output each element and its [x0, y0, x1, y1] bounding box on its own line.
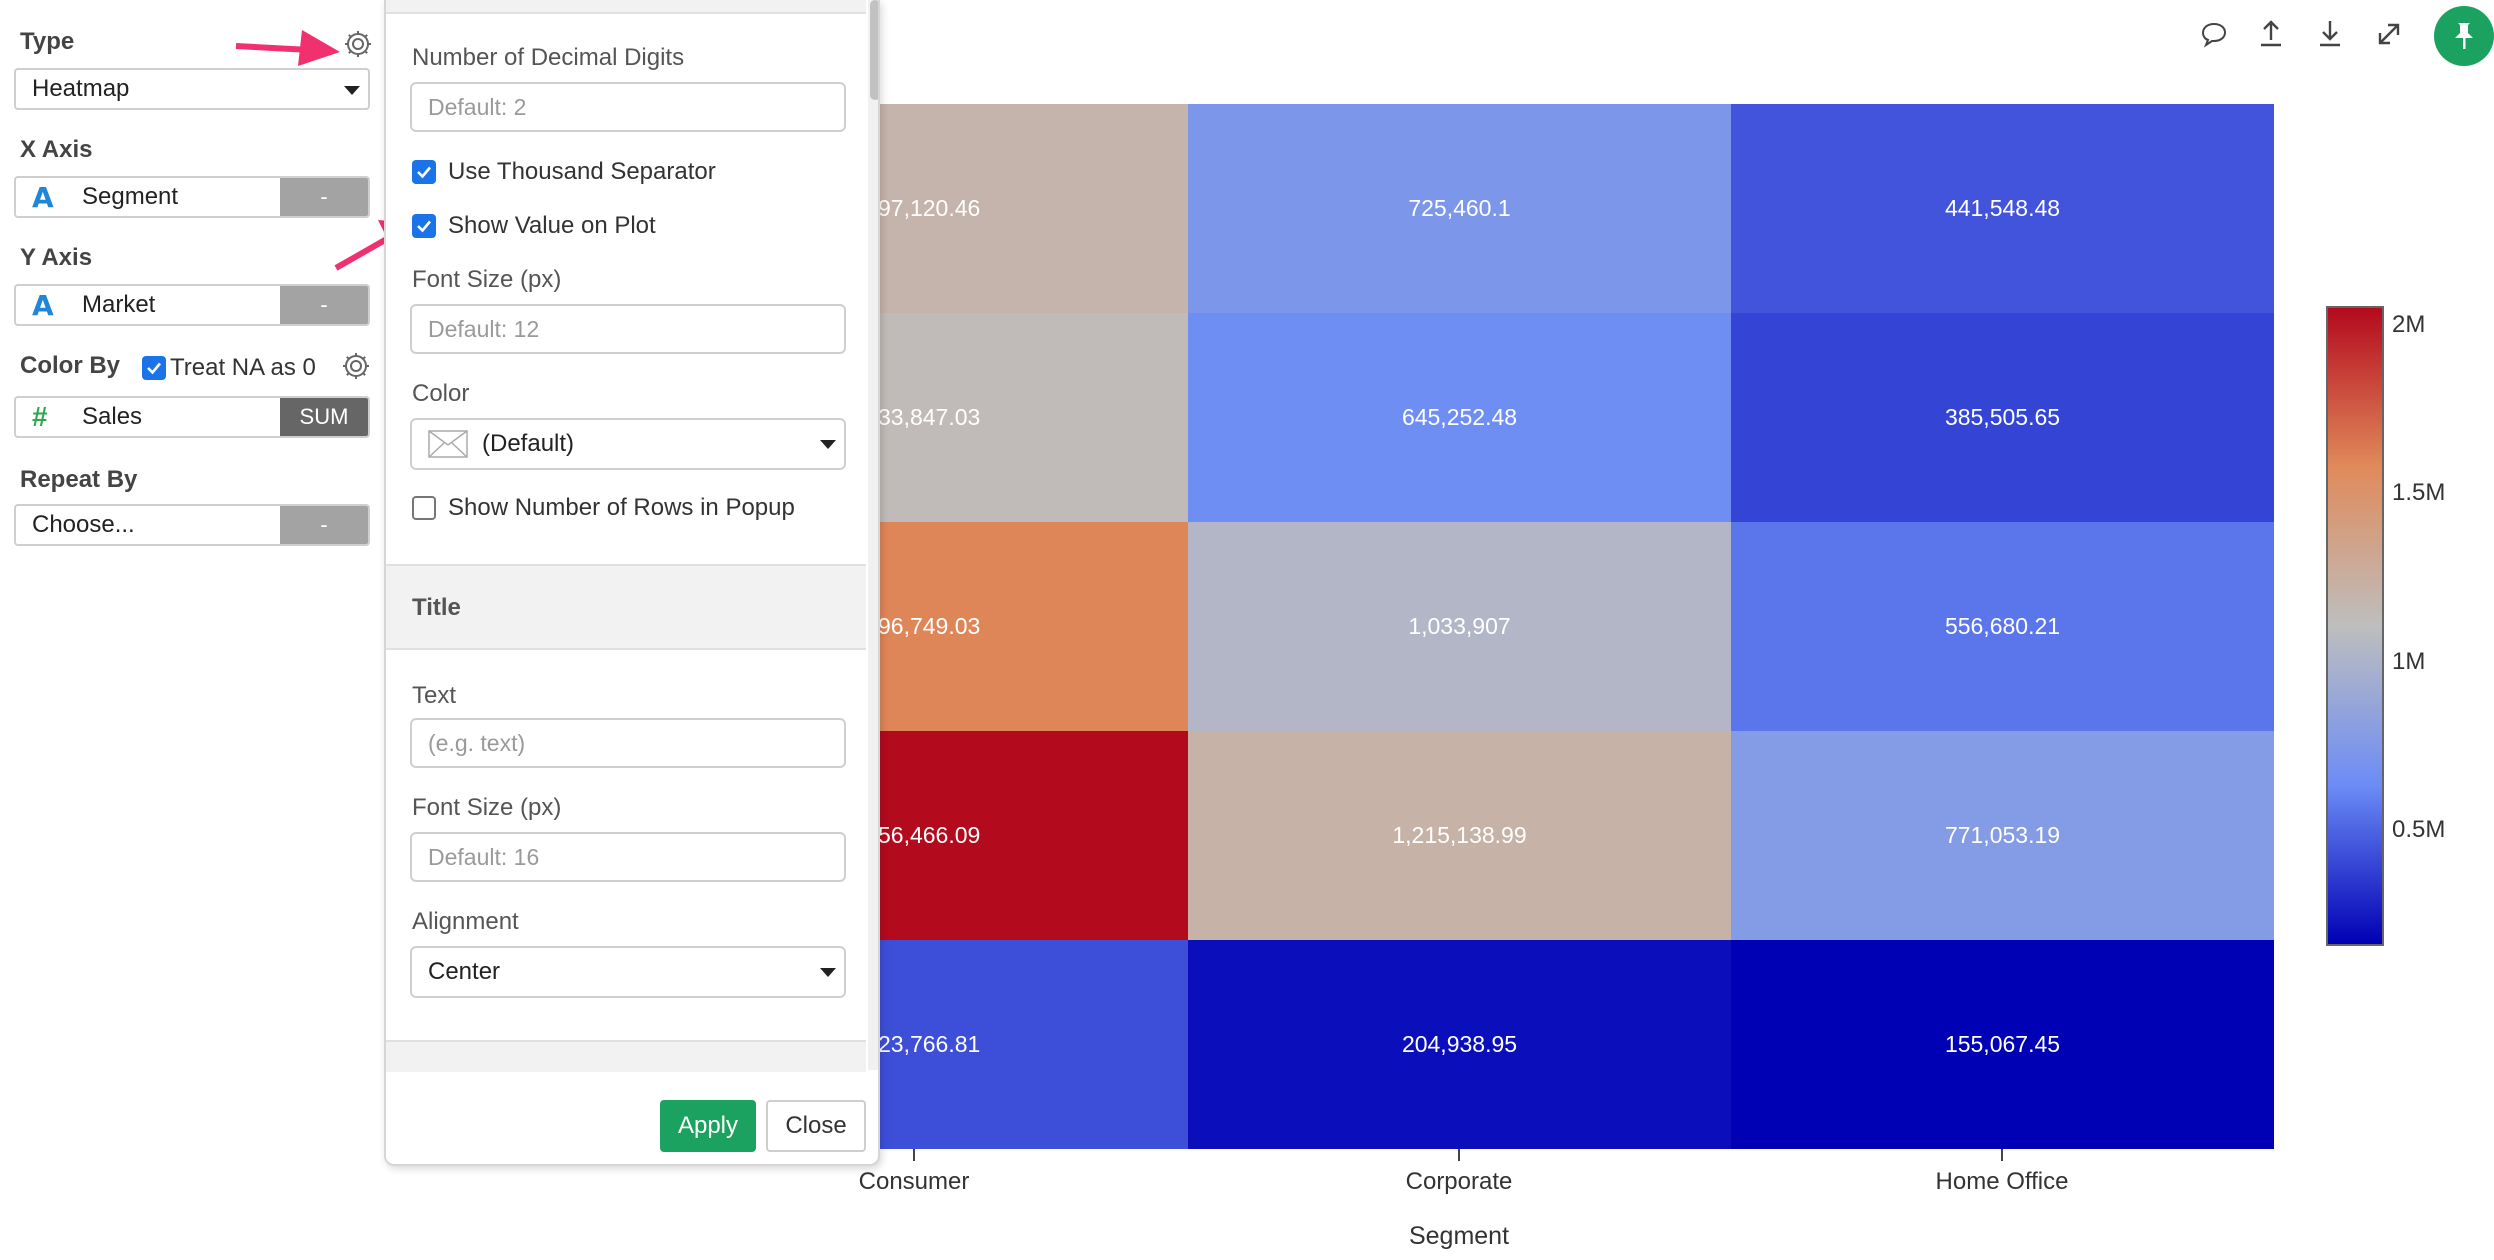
title-text-label: Text — [412, 682, 457, 709]
type-label: Type — [20, 28, 75, 55]
cell-value-label: 1,215,138.99 — [1392, 822, 1527, 848]
cell-value-label: 23,766.81 — [878, 1031, 981, 1057]
heatmap-cell[interactable]: 204,938.95 — [1188, 940, 1731, 1149]
chevron-down-icon — [820, 440, 836, 449]
text-column-icon: A — [32, 180, 54, 214]
annotation-arrow-icon — [235, 30, 340, 66]
expand-icon[interactable] — [2375, 20, 2403, 48]
x-axis-action-button[interactable]: - — [280, 178, 368, 216]
color-by-label: Color By — [20, 352, 121, 379]
numeric-column-icon: # — [32, 401, 48, 432]
color-by-settings-gear-icon[interactable] — [340, 350, 372, 382]
text-column-icon: A — [32, 288, 54, 322]
cell-value-label: 97,120.46 — [878, 195, 981, 221]
checkbox-checked-icon — [412, 214, 436, 238]
color-by-field[interactable]: # Sales SUM — [14, 396, 370, 438]
comment-icon[interactable] — [2200, 20, 2228, 48]
heatmap-cell[interactable]: 556,680.21 — [1731, 522, 2274, 731]
x-tick-mark — [2001, 1149, 2003, 1161]
x-axis-field[interactable]: A Segment - — [14, 176, 370, 218]
apply-button[interactable]: Apply — [660, 1100, 756, 1152]
popup-top-band — [386, 0, 866, 14]
y-axis-field[interactable]: A Market - — [14, 284, 370, 326]
repeat-by-field[interactable]: Choose... - — [14, 504, 370, 546]
color-label: Color — [412, 380, 470, 407]
cell-value-label: 441,548.48 — [1944, 195, 2061, 221]
repeat-by-action-button[interactable]: - — [280, 506, 368, 544]
heatmap-settings-popup: Number of Decimal Digits Default: 2 Use … — [384, 0, 880, 1166]
chart-type-select[interactable]: Heatmap — [14, 68, 370, 110]
alignment-select[interactable]: Center — [410, 946, 846, 998]
x-tick-mark — [913, 1149, 915, 1161]
chevron-down-icon — [344, 86, 360, 95]
pin-button[interactable] — [2434, 6, 2494, 66]
color-bar-tick-label: 1M — [2392, 647, 2426, 675]
heatmap-cell[interactable]: 645,252.48 — [1188, 313, 1731, 522]
title-text-input[interactable]: (e.g. text) — [410, 718, 846, 768]
checkbox-unchecked-icon — [412, 496, 436, 520]
checkbox-checked-icon — [412, 160, 436, 184]
download-icon[interactable] — [2316, 18, 2344, 48]
cell-value-label: 56,466.09 — [878, 822, 981, 848]
y-axis-label: Y Axis — [20, 244, 93, 271]
treat-na-checkbox[interactable]: Treat NA as 0 — [142, 354, 316, 382]
x-tick-label: Corporate — [1405, 1168, 1513, 1195]
heatmap-cell[interactable]: 725,460.1 — [1188, 104, 1731, 313]
palette-swatch-icon — [428, 430, 468, 458]
cell-value-label: 1,033,907 — [1408, 613, 1511, 639]
upload-icon[interactable] — [2257, 18, 2285, 48]
chevron-down-icon — [820, 968, 836, 977]
pin-icon — [2455, 23, 2473, 49]
cell-value-label: 204,938.95 — [1401, 1031, 1518, 1057]
x-tick-label: Home Office — [1935, 1168, 2069, 1195]
show-value-checkbox[interactable]: Show Value on Plot — [412, 212, 656, 240]
font-size-input[interactable]: Default: 12 — [410, 304, 846, 354]
aggregate-button[interactable]: SUM — [280, 398, 368, 436]
x-axis-label: X Axis — [20, 136, 93, 163]
color-bar-tick-label: 2M — [2392, 311, 2426, 338]
decimal-digits-input[interactable]: Default: 2 — [410, 82, 846, 132]
decimal-digits-label: Number of Decimal Digits — [412, 44, 685, 71]
thousand-separator-checkbox[interactable]: Use Thousand Separator — [412, 158, 716, 186]
repeat-by-label: Repeat By — [20, 466, 138, 493]
cell-value-label: 155,067.45 — [1944, 1031, 2061, 1057]
color-bar — [2326, 306, 2384, 946]
show-rows-popup-checkbox[interactable]: Show Number of Rows in Popup — [412, 494, 795, 522]
chart-config-sidebar: Type Heatmap X Axis A Segment - Y Axis A… — [0, 0, 384, 1260]
cell-value-label: 556,680.21 — [1944, 613, 2061, 639]
y-axis-action-button[interactable]: - — [280, 286, 368, 324]
cell-value-label: 771,053.19 — [1944, 822, 2061, 848]
cell-value-label: 725,460.1 — [1408, 195, 1511, 221]
title-font-size-input[interactable]: Default: 16 — [410, 832, 846, 882]
heatmap-cell[interactable]: 1,215,138.99 — [1188, 731, 1731, 940]
color-select[interactable]: (Default) — [410, 418, 846, 470]
checkbox-checked-icon — [142, 356, 166, 380]
color-bar-tick-label: 1.5M — [2392, 479, 2446, 507]
popup-scroll-thumb[interactable] — [870, 0, 878, 100]
alignment-label: Alignment — [412, 908, 519, 935]
cell-value-label: 385,505.65 — [1944, 404, 2061, 430]
x-axis-title: Segment — [1408, 1222, 1510, 1250]
x-tick-mark — [1458, 1149, 1460, 1161]
cell-value-label: 96,749.03 — [878, 613, 981, 639]
next-section-band — [386, 1040, 866, 1072]
heatmap-cell[interactable]: 155,067.45 — [1731, 940, 2274, 1149]
heatmap-cell[interactable]: 1,033,907 — [1188, 522, 1731, 731]
cell-value-label: 33,847.03 — [878, 404, 981, 430]
x-tick-label: Consumer — [858, 1168, 970, 1195]
cell-value-label: 645,252.48 — [1401, 404, 1518, 430]
popup-scrollbar[interactable] — [868, 0, 878, 1070]
font-size-label: Font Size (px) — [412, 266, 562, 293]
color-bar-tick-label: 0.5M — [2392, 815, 2446, 843]
title-section-header[interactable]: Title — [386, 564, 866, 650]
heatmap-cell[interactable]: 771,053.19 — [1731, 731, 2274, 940]
title-font-size-label: Font Size (px) — [412, 794, 562, 821]
heatmap-cell[interactable]: 441,548.48 — [1731, 104, 2274, 313]
type-settings-gear-icon[interactable] — [342, 28, 374, 60]
heatmap-cell[interactable]: 385,505.65 — [1731, 313, 2274, 522]
close-button[interactable]: Close — [766, 1100, 866, 1152]
